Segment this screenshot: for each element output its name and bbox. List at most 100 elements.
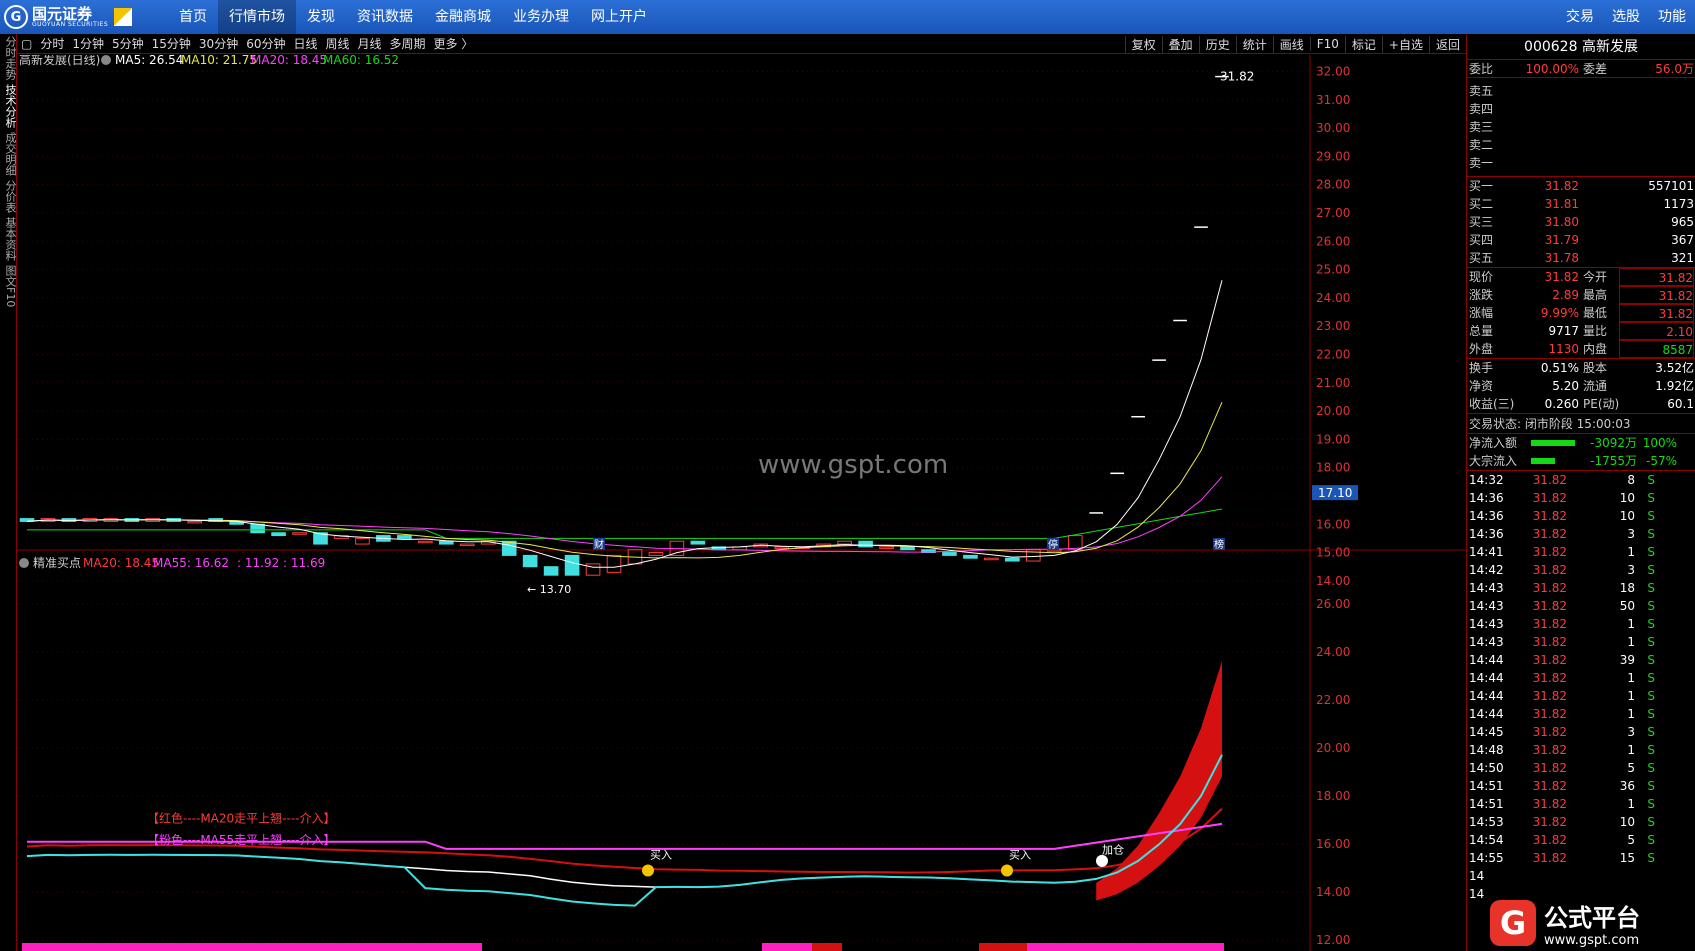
tool-3[interactable]: 统计 xyxy=(1235,35,1273,53)
period-3[interactable]: 15分钟 xyxy=(148,35,195,52)
period-7[interactable]: 周线 xyxy=(322,35,354,52)
legend-item: MA60: 16.52 xyxy=(323,55,399,67)
sell-level: 卖一 xyxy=(1469,156,1494,170)
tick-row: 14:36 31.82 3 S xyxy=(1469,527,1655,541)
nav-item-4[interactable]: 金融商城 xyxy=(424,0,502,34)
lower-y-tick: 22.00 xyxy=(1316,693,1350,707)
tool-6[interactable]: 标记 xyxy=(1344,35,1382,53)
sell-levels: 卖五 卖四 卖三 卖二 卖一 xyxy=(1467,78,1695,177)
event-mark-label: 榜 xyxy=(1214,538,1224,551)
tick-row: 14:36 31.82 10 S xyxy=(1469,491,1655,505)
tick-row: 14:44 31.82 1 S xyxy=(1469,689,1655,703)
period-4[interactable]: 30分钟 xyxy=(195,35,242,52)
vtab-5[interactable]: 图文F10 xyxy=(0,263,17,309)
vtab-0[interactable]: 分时走势 xyxy=(0,34,17,82)
upper-y-tick: 31.00 xyxy=(1316,93,1350,107)
kline-chart[interactable]: 32.00 31.00 30.00 29.00 28.00 27.00 26.00 25.00… xyxy=(17,52,1466,951)
tick-row: 14:54 31.82 5 S xyxy=(1469,833,1655,847)
tool-7[interactable]: +自选 xyxy=(1381,35,1429,53)
tick-row: 14:43 31.82 1 S xyxy=(1469,617,1655,631)
upper-y-tick: 22.00 xyxy=(1316,347,1350,361)
buy-signal-icon[interactable] xyxy=(642,864,654,877)
buy-level[interactable]: 买五 31.78 321 xyxy=(1467,249,1695,267)
tick-row: 14 xyxy=(1469,869,1485,883)
bottom-signal-bar xyxy=(812,943,842,951)
lower-y-tick: 12.00 xyxy=(1316,933,1350,947)
note-red: 【红色----MA20走平上翘----介入】 xyxy=(147,810,335,825)
brand-deco-icon xyxy=(114,8,133,26)
brand-logo[interactable]: G 国元证券 GUOYUAN SECURITIES xyxy=(0,5,160,29)
buy-level[interactable]: 买三 31.80 965 xyxy=(1467,213,1695,231)
buy-signal-icon[interactable] xyxy=(1001,864,1013,877)
vtab-2[interactable]: 成交明细 xyxy=(0,130,17,178)
period-9[interactable]: 多周期 xyxy=(386,35,430,52)
candle xyxy=(585,563,601,576)
tick-row: 14:48 31.82 1 S xyxy=(1469,743,1655,757)
nav-item-2[interactable]: 发现 xyxy=(296,0,346,34)
candle xyxy=(606,554,622,573)
vtab-3[interactable]: 分价表 xyxy=(0,178,17,215)
top-menu-1[interactable]: 选股 xyxy=(1603,0,1649,34)
tick-row: 14:51 31.82 36 S xyxy=(1469,779,1655,793)
tool-5[interactable]: F10 xyxy=(1309,37,1345,51)
tool-4[interactable]: 画线 xyxy=(1272,35,1310,53)
candle xyxy=(963,554,978,559)
tick-row: 14:44 31.82 1 S xyxy=(1469,671,1655,685)
indicator-settings-icon[interactable] xyxy=(19,558,29,568)
period-5[interactable]: 60分钟 xyxy=(242,35,289,52)
tick-row: 14:44 31.82 39 S xyxy=(1469,653,1655,667)
nav-item-3[interactable]: 资讯数据 xyxy=(346,0,424,34)
tool-2[interactable]: 历史 xyxy=(1198,35,1236,53)
stats-block: 现价 31.82 今开 31.82 涨跌 2.89 最高 31.82 涨幅 9.99% 最低 31.8… xyxy=(1467,268,1695,359)
upper-y-tick: 30.00 xyxy=(1316,121,1350,135)
upper-y-tick: 23.00 xyxy=(1316,319,1350,333)
toolbar-right: 复权 叠加 历史 统计 画线 F10 标记 +自选 返回 xyxy=(1124,34,1466,54)
add-signal-icon[interactable] xyxy=(1096,854,1108,867)
tick-list[interactable]: 14:32 31.82 8 S 14:36 31.82 10 S 14:36 31.82 10 S 14… xyxy=(1467,471,1695,903)
top-menu-2[interactable]: 功能 xyxy=(1649,0,1695,34)
sell-level: 卖五 xyxy=(1469,84,1494,98)
tick-row: 14:43 31.82 50 S xyxy=(1469,599,1655,613)
buy-level[interactable]: 买二 31.81 1173 xyxy=(1467,195,1695,213)
buy-level[interactable]: 买四 31.79 367 xyxy=(1467,231,1695,249)
lower-cyan-line xyxy=(26,754,1223,907)
period-2[interactable]: 5分钟 xyxy=(108,35,148,52)
candle xyxy=(292,532,307,535)
period-8[interactable]: 月线 xyxy=(354,35,386,52)
stock-title[interactable]: 000628 高新发展 xyxy=(1467,34,1695,60)
vtab-1[interactable]: 技术分析 xyxy=(0,82,17,130)
candle xyxy=(984,557,999,561)
tick-row: 14:45 31.82 3 S xyxy=(1469,725,1655,739)
candle xyxy=(187,520,203,524)
tool-1[interactable]: 叠加 xyxy=(1161,35,1199,53)
buy-level[interactable]: 买一 31.82 557101 xyxy=(1467,177,1695,195)
period-1[interactable]: 1分钟 xyxy=(68,35,108,52)
legend-item: MA5: 26.54 xyxy=(115,55,183,67)
candle xyxy=(459,543,475,547)
settings-icon[interactable] xyxy=(101,55,111,65)
chart-area[interactable]: 32.00 31.00 30.00 29.00 28.00 27.00 26.00 25.00… xyxy=(17,52,1466,951)
tool-0[interactable]: 复权 xyxy=(1124,35,1162,53)
vtab-4[interactable]: 基本资料 xyxy=(0,215,17,263)
candle xyxy=(438,540,454,545)
nav-item-5[interactable]: 业务办理 xyxy=(502,0,580,34)
nav-item-0[interactable]: 首页 xyxy=(168,0,218,34)
candle xyxy=(879,546,894,549)
stat-row: 总量 9717 量比 2.10 xyxy=(1469,322,1694,340)
top-menu-0[interactable]: 交易 xyxy=(1557,0,1603,34)
nav-item-1[interactable]: 行情市场 xyxy=(218,0,296,34)
period-10[interactable]: 更多 〉 xyxy=(430,35,478,52)
upper-y-tick: 28.00 xyxy=(1316,178,1350,192)
tool-8[interactable]: 返回 xyxy=(1428,35,1466,53)
candle xyxy=(1005,557,1020,562)
quote-panel: 000628 高新发展 委比 100.00% 委差 56.0万 卖五 卖四 卖三 卖二… xyxy=(1466,34,1695,951)
lower-y-tick: 16.00 xyxy=(1316,837,1350,851)
candle xyxy=(418,540,433,544)
low-price-label: ← 13.70 xyxy=(527,583,571,596)
nav-item-6[interactable]: 网上开户 xyxy=(580,0,658,34)
sell-level: 卖四 xyxy=(1469,102,1494,116)
stat2-row: 换手 0.51% 股本 3.52亿 xyxy=(1469,361,1694,375)
period-0[interactable]: 分时 xyxy=(36,35,68,52)
toolbar-toggle-icon[interactable]: ▢ xyxy=(17,37,36,51)
period-6[interactable]: 日线 xyxy=(289,35,321,52)
